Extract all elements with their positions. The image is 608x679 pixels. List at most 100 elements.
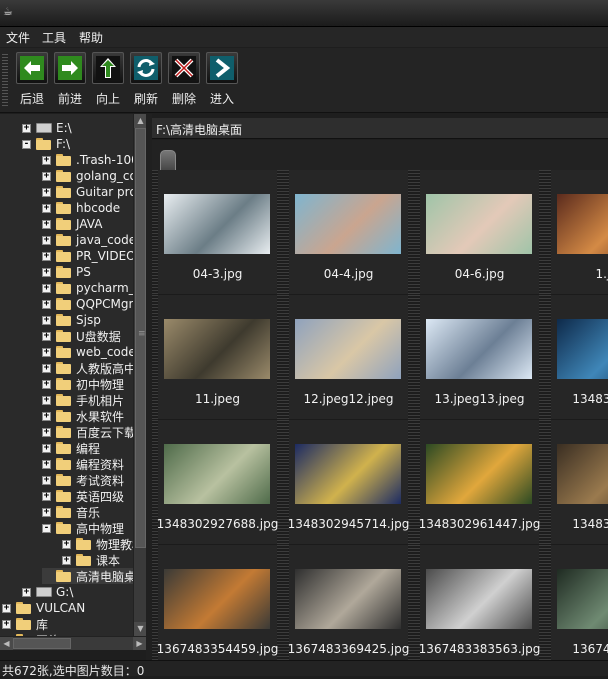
expand-box-icon[interactable]: + xyxy=(42,155,51,165)
thumbnail-image[interactable] xyxy=(164,319,270,379)
thumbnail-cell[interactable]: 1.jpg xyxy=(545,170,608,294)
expand-box-icon[interactable]: + xyxy=(42,171,51,181)
thumbnail-image[interactable] xyxy=(164,444,270,504)
tree-node[interactable]: + PR_VIDEO xyxy=(42,248,133,264)
expand-box-icon[interactable]: + xyxy=(62,539,71,549)
thumbnail-cell[interactable]: 04-6.jpg xyxy=(414,170,545,294)
thumbnail-image[interactable] xyxy=(557,194,608,254)
delete-button[interactable]: 删除 xyxy=(167,52,201,108)
expand-box-icon[interactable]: + xyxy=(2,619,11,629)
tree-node[interactable]: + 库 xyxy=(2,616,48,632)
thumbnail-cell[interactable]: 1348302927688.jpg xyxy=(152,420,283,544)
expand-box-icon[interactable]: + xyxy=(42,203,51,213)
expand-box-icon[interactable]: + xyxy=(42,331,51,341)
tree-node[interactable]: + golang_code xyxy=(42,168,133,184)
tree-node[interactable]: + 人教版高中 xyxy=(42,360,133,376)
thumbnail-image[interactable] xyxy=(557,569,608,629)
tree-node[interactable]: 高清电脑桌面 xyxy=(42,568,133,584)
expand-box-icon[interactable]: + xyxy=(22,123,31,133)
tree-node[interactable]: + .Trash-1000 xyxy=(42,152,133,168)
tree-node[interactable]: + 英语四级 xyxy=(42,488,124,504)
tree-node[interactable]: + PS xyxy=(42,264,91,280)
menu-file[interactable]: 文件 xyxy=(6,29,30,46)
tree-node[interactable]: + 编程 xyxy=(42,440,100,456)
expand-box-icon[interactable]: + xyxy=(42,235,51,245)
tree-node[interactable]: + 编程资料 xyxy=(42,456,124,472)
tree-node[interactable]: - F:\ xyxy=(22,136,70,152)
expand-box-icon[interactable]: + xyxy=(42,363,51,373)
tree-node[interactable]: + Guitar pro xyxy=(42,184,133,200)
tree-node[interactable]: + Sjsp xyxy=(42,312,101,328)
thumbnail-image[interactable] xyxy=(164,194,270,254)
expand-box-icon[interactable]: + xyxy=(42,315,51,325)
thumbnail-cell[interactable]: 04-4.jpg xyxy=(283,170,414,294)
thumbnail-image[interactable] xyxy=(426,194,532,254)
tree-horizontal-scrollbar[interactable]: ◀ ▶ xyxy=(0,636,146,650)
thumbnail-image[interactable] xyxy=(426,319,532,379)
back-button[interactable]: 后退 xyxy=(15,52,49,108)
tree-node[interactable]: + 音乐 xyxy=(42,504,100,520)
tree-node[interactable]: + hbcode xyxy=(42,200,120,216)
forward-button[interactable]: 前进 xyxy=(53,52,87,108)
expand-box-icon[interactable]: + xyxy=(42,283,51,293)
expand-box-icon[interactable]: + xyxy=(42,267,51,277)
thumbnail-cell[interactable]: 1348302879 xyxy=(545,295,608,419)
thumbnail-cell[interactable]: 1348302945714.jpg xyxy=(283,420,414,544)
tree-node[interactable]: + pycharm_ xyxy=(42,280,133,296)
expand-box-icon[interactable]: + xyxy=(22,587,31,597)
expand-box-icon[interactable]: + xyxy=(42,491,51,501)
tree-node[interactable]: + 考试资料 xyxy=(42,472,124,488)
expand-box-icon[interactable]: + xyxy=(42,395,51,405)
expand-box-icon[interactable]: + xyxy=(42,475,51,485)
thumbnail-image[interactable] xyxy=(295,444,401,504)
thumbnail-cell[interactable]: 1348302961447.jpg xyxy=(414,420,545,544)
thumbnail-cell[interactable]: 1367483398 xyxy=(545,545,608,667)
expand-box-icon[interactable]: + xyxy=(42,427,51,437)
collapse-box-icon[interactable]: - xyxy=(22,139,31,149)
expand-box-icon[interactable]: + xyxy=(42,443,51,453)
enter-button[interactable]: 进入 xyxy=(205,52,239,108)
expand-box-icon[interactable]: + xyxy=(42,251,51,261)
expand-box-icon[interactable]: + xyxy=(42,299,51,309)
thumbnail-cell[interactable]: 13.jpeg13.jpeg xyxy=(414,295,545,419)
tree-node[interactable]: + VULCAN xyxy=(2,600,85,616)
hscroll-thumb[interactable] xyxy=(13,638,71,649)
folder-tree[interactable]: + E:\ - F:\ + .Trash-1000 + golang_code + Guitar … xyxy=(0,114,133,636)
tree-node[interactable]: + G:\ xyxy=(22,584,73,600)
tree-node[interactable]: + 百度云下载 xyxy=(42,424,133,440)
tree-node[interactable]: + 水果软件 xyxy=(42,408,124,424)
tree-node[interactable]: + 初中物理 xyxy=(42,376,124,392)
expand-box-icon[interactable]: + xyxy=(42,187,51,197)
up-button[interactable]: 向上 xyxy=(91,52,125,108)
tree-node[interactable]: + 物理教材 xyxy=(62,536,133,552)
tree-vertical-scrollbar[interactable]: ▲ ≡ ▼ xyxy=(133,114,147,636)
menu-help[interactable]: 帮助 xyxy=(79,29,103,46)
refresh-button[interactable]: 刷新 xyxy=(129,52,163,108)
tree-node[interactable]: + java_code xyxy=(42,232,133,248)
expand-box-icon[interactable]: + xyxy=(2,603,11,613)
thumbnail-image[interactable] xyxy=(295,319,401,379)
thumbnail-cell[interactable]: 1348303000 xyxy=(545,420,608,544)
expand-box-icon[interactable]: + xyxy=(42,507,51,517)
tree-node[interactable]: + U盘数据 xyxy=(42,328,121,344)
thumbnail-image[interactable] xyxy=(426,444,532,504)
scroll-thumb[interactable]: ≡ xyxy=(135,128,146,548)
thumbnail-cell[interactable]: 12.jpeg12.jpeg xyxy=(283,295,414,419)
thumbnail-image[interactable] xyxy=(295,194,401,254)
tree-node[interactable]: + JAVA xyxy=(42,216,102,232)
tree-node[interactable]: + 课本 xyxy=(62,552,120,568)
scroll-right-arrow-icon[interactable]: ▶ xyxy=(133,637,146,650)
thumbnail-cell[interactable]: 11.jpeg xyxy=(152,295,283,419)
tree-node[interactable]: - 高中物理 xyxy=(42,520,124,536)
thumbnail-image[interactable] xyxy=(557,319,608,379)
expand-box-icon[interactable]: + xyxy=(42,219,51,229)
expand-box-icon[interactable]: + xyxy=(42,379,51,389)
thumbnail-image[interactable] xyxy=(426,569,532,629)
collapse-box-icon[interactable]: - xyxy=(42,523,51,533)
thumbnail-cell[interactable]: 1367483354459.jpg xyxy=(152,545,283,667)
tree-node[interactable]: + QQPCMgr xyxy=(42,296,133,312)
expand-box-icon[interactable]: + xyxy=(42,347,51,357)
expand-box-icon[interactable]: + xyxy=(42,411,51,421)
thumbnail-cell[interactable]: 1367483369425.jpg xyxy=(283,545,414,667)
tree-node[interactable]: + E:\ xyxy=(22,120,72,136)
